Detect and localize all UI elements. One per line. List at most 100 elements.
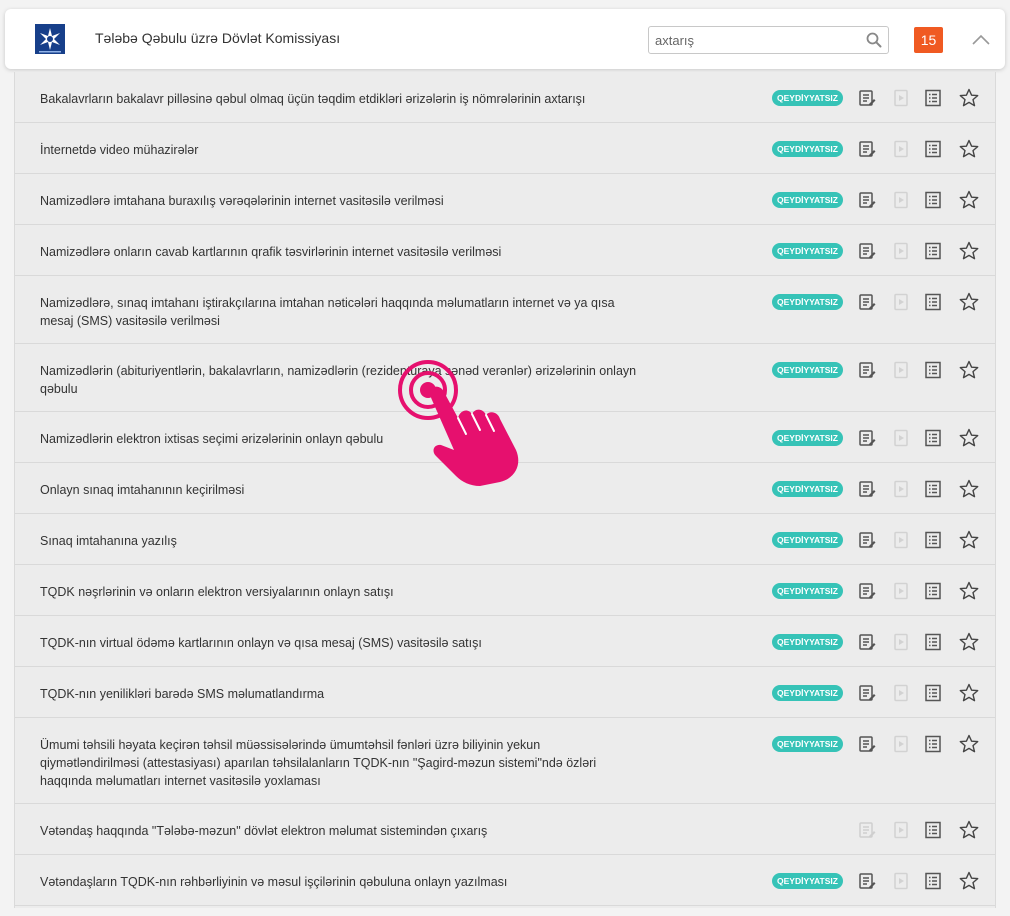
service-title-link[interactable]: Vətəndaş haqqında "Tələbə-məzun" dövlət … <box>40 822 640 840</box>
star-icon[interactable] <box>959 292 979 312</box>
search-input[interactable] <box>649 27 855 53</box>
star-icon[interactable] <box>959 428 979 448</box>
video-icon[interactable] <box>892 531 910 549</box>
video-icon[interactable] <box>892 89 910 107</box>
list-item: Namizədlərə onların cavab kartlarının qr… <box>15 225 995 276</box>
service-title-link[interactable]: TQDK nəşrlərinin və onların elektron ver… <box>40 583 640 601</box>
video-icon[interactable] <box>892 191 910 209</box>
video-icon[interactable] <box>892 633 910 651</box>
tqdk-logo-icon[interactable] <box>35 24 65 54</box>
video-icon[interactable] <box>892 242 910 260</box>
details-list-icon[interactable] <box>924 293 942 311</box>
status-badge: QEYDİYYATSIZ <box>772 294 843 310</box>
form-edit-icon[interactable] <box>858 361 876 379</box>
form-edit-icon[interactable] <box>858 821 876 839</box>
star-icon[interactable] <box>959 360 979 380</box>
status-badge: QEYDİYYATSIZ <box>772 192 843 208</box>
status-badge: QEYDİYYATSIZ <box>772 362 843 378</box>
video-icon[interactable] <box>892 429 910 447</box>
form-edit-icon[interactable] <box>858 531 876 549</box>
list-item: İnternetdə video mühazirələr QEYDİYYATSIZ <box>15 123 995 174</box>
list-item: Sınaq imtahanına yazılış QEYDİYYATSIZ <box>15 514 995 565</box>
list-item: Namizədlərə, sınaq imtahanı iştirakçılar… <box>15 276 995 344</box>
page-title[interactable]: Tələbə Qəbulu üzrə Dövlət Komissiyası <box>95 30 340 46</box>
service-title-link[interactable]: Vətəndaşların TQDK-nın rəhbərliyinin və … <box>40 873 640 891</box>
form-edit-icon[interactable] <box>858 293 876 311</box>
star-icon[interactable] <box>959 190 979 210</box>
list-item: Vətəndaş haqqında "Tələbə-məzun" dövlət … <box>15 804 995 855</box>
form-edit-icon[interactable] <box>858 89 876 107</box>
search-icon[interactable] <box>866 32 882 48</box>
chevron-up-icon[interactable] <box>970 30 992 50</box>
video-icon[interactable] <box>892 480 910 498</box>
service-title-link[interactable]: Namizədlərin elektron ixtisas seçimi əri… <box>40 430 640 448</box>
details-list-icon[interactable] <box>924 872 942 890</box>
star-icon[interactable] <box>959 241 979 261</box>
app-header: Tələbə Qəbulu üzrə Dövlət Komissiyası 15 <box>5 9 1005 69</box>
details-list-icon[interactable] <box>924 582 942 600</box>
service-title-link[interactable]: Namizədlərə imtahana buraxılış vərəqələr… <box>40 192 640 210</box>
status-badge: QEYDİYYATSIZ <box>772 685 843 701</box>
service-title-link[interactable]: Namizədlərə, sınaq imtahanı iştirakçılar… <box>40 294 640 330</box>
form-edit-icon[interactable] <box>858 429 876 447</box>
form-edit-icon[interactable] <box>858 633 876 651</box>
service-title-link[interactable]: Onlayn sınaq imtahanının keçirilməsi <box>40 481 640 499</box>
star-icon[interactable] <box>959 88 979 108</box>
list-item: Vətəndaşların TQDK-nın rəhbərliyinin və … <box>15 855 995 906</box>
details-list-icon[interactable] <box>924 821 942 839</box>
form-edit-icon[interactable] <box>858 140 876 158</box>
details-list-icon[interactable] <box>924 361 942 379</box>
video-icon[interactable] <box>892 872 910 890</box>
details-list-icon[interactable] <box>924 531 942 549</box>
form-edit-icon[interactable] <box>858 872 876 890</box>
service-title-link[interactable]: Namizədlərə onların cavab kartlarının qr… <box>40 243 640 261</box>
service-title-link[interactable]: Namizədlərin (abituriyentlərin, bakalavr… <box>40 362 640 398</box>
video-icon[interactable] <box>892 684 910 702</box>
video-icon[interactable] <box>892 582 910 600</box>
details-list-icon[interactable] <box>924 684 942 702</box>
list-item: TQDK-nın virtual ödəmə kartlarının onlay… <box>15 616 995 667</box>
form-edit-icon[interactable] <box>858 582 876 600</box>
list-item: Ümumi təhsili həyata keçirən təhsil müəs… <box>15 718 995 804</box>
status-badge: QEYDİYYATSIZ <box>772 532 843 548</box>
status-badge: QEYDİYYATSIZ <box>772 141 843 157</box>
video-icon[interactable] <box>892 293 910 311</box>
star-icon[interactable] <box>959 530 979 550</box>
service-title-link[interactable]: Bakalavrların bakalavr pilləsinə qəbul o… <box>40 90 640 108</box>
service-title-link[interactable]: TQDK-nın virtual ödəmə kartlarının onlay… <box>40 634 640 652</box>
details-list-icon[interactable] <box>924 191 942 209</box>
star-icon[interactable] <box>959 820 979 840</box>
video-icon[interactable] <box>892 735 910 753</box>
details-list-icon[interactable] <box>924 480 942 498</box>
details-list-icon[interactable] <box>924 633 942 651</box>
video-icon[interactable] <box>892 361 910 379</box>
notification-count-badge[interactable]: 15 <box>914 27 943 53</box>
list-item: Onlayn sınaq imtahanının keçirilməsi QEYD… <box>15 463 995 514</box>
star-icon[interactable] <box>959 871 979 891</box>
service-title-link[interactable]: İnternetdə video mühazirələr <box>40 141 640 159</box>
star-icon[interactable] <box>959 581 979 601</box>
form-edit-icon[interactable] <box>858 480 876 498</box>
status-badge: QEYDİYYATSIZ <box>772 583 843 599</box>
form-edit-icon[interactable] <box>858 735 876 753</box>
video-icon[interactable] <box>892 821 910 839</box>
details-list-icon[interactable] <box>924 242 942 260</box>
star-icon[interactable] <box>959 632 979 652</box>
service-title-link[interactable]: TQDK-nın yenilikləri barədə SMS məlumatl… <box>40 685 640 703</box>
video-icon[interactable] <box>892 140 910 158</box>
details-list-icon[interactable] <box>924 140 942 158</box>
service-title-link[interactable]: Ümumi təhsili həyata keçirən təhsil müəs… <box>40 736 640 790</box>
details-list-icon[interactable] <box>924 429 942 447</box>
form-edit-icon[interactable] <box>858 242 876 260</box>
star-icon[interactable] <box>959 139 979 159</box>
star-icon[interactable] <box>959 734 979 754</box>
status-badge: QEYDİYYATSIZ <box>772 634 843 650</box>
form-edit-icon[interactable] <box>858 684 876 702</box>
details-list-icon[interactable] <box>924 735 942 753</box>
search-box[interactable] <box>648 26 889 54</box>
details-list-icon[interactable] <box>924 89 942 107</box>
star-icon[interactable] <box>959 683 979 703</box>
service-title-link[interactable]: Sınaq imtahanına yazılış <box>40 532 640 550</box>
star-icon[interactable] <box>959 479 979 499</box>
form-edit-icon[interactable] <box>858 191 876 209</box>
